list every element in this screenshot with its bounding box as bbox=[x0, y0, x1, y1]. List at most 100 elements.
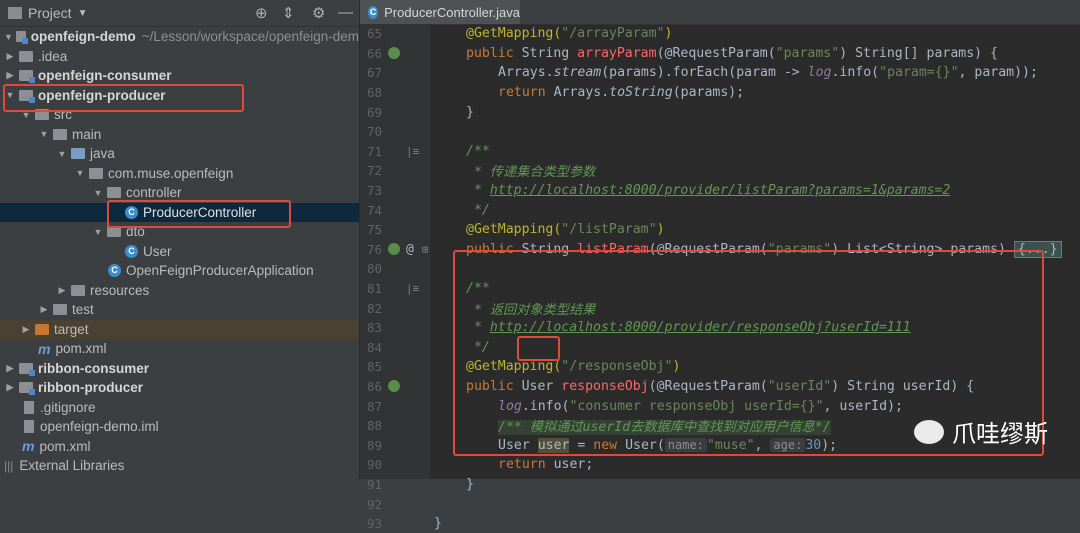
tree-item-external-libraries[interactable]: ||| External Libraries bbox=[0, 456, 359, 476]
line-number: 85 bbox=[366, 359, 382, 375]
line-number: 91 bbox=[366, 476, 382, 492]
line-number: 70 bbox=[366, 124, 382, 140]
code-text: public String arrayParam(@RequestParam("… bbox=[430, 46, 998, 61]
code-token: return bbox=[498, 457, 554, 473]
tree-item-ribbon-consumer[interactable]: ▶ ribbon-consumer bbox=[0, 359, 359, 379]
locate-icon[interactable]: ⊕ bbox=[255, 4, 268, 22]
tab-label: ProducerController.java bbox=[384, 4, 520, 20]
tab-producer-controller[interactable]: C ProducerController.java bbox=[360, 0, 520, 24]
class-icon: C bbox=[125, 244, 138, 258]
code-token: (params).forEach(param -> bbox=[601, 65, 808, 81]
code-token: log bbox=[807, 65, 832, 81]
project-panel: Project ▼ ⊕ ⇕ ⚙ — ▼ openfeign-demo ~/Lesso… bbox=[0, 0, 360, 479]
tree-item-openfeign-demo[interactable]: ▼ openfeign-demo ~/Lesson/workspace/openfe… bbox=[0, 27, 359, 47]
tree-item-label: .idea bbox=[38, 48, 68, 64]
code-line: 93} bbox=[360, 514, 1080, 533]
watermark: 爪哇缪斯 bbox=[914, 414, 1048, 449]
code-token: Arrays. bbox=[498, 65, 554, 81]
code-token: "/arrayParam" bbox=[561, 26, 665, 42]
tree-item-gitignore[interactable]: .gitignore bbox=[0, 398, 359, 418]
line-number: 82 bbox=[366, 300, 382, 316]
tree-item-openfeign-consumer[interactable]: ▶ openfeign-consumer bbox=[0, 66, 359, 86]
code-token: .info( bbox=[831, 65, 880, 81]
line-number: 80 bbox=[366, 261, 382, 277]
chevron-right-icon[interactable]: ▶ bbox=[4, 363, 16, 374]
gear-icon[interactable]: ⚙ bbox=[312, 4, 325, 22]
module-icon bbox=[19, 70, 35, 84]
tree-item-resources[interactable]: ▶ resources bbox=[0, 281, 359, 301]
line-number: 66 bbox=[366, 45, 382, 61]
chevron-right-icon[interactable]: ▶ bbox=[38, 304, 50, 315]
line-number: 81 bbox=[366, 281, 382, 297]
chevron-down-icon[interactable]: ▼ bbox=[78, 8, 88, 19]
tree-item-label: test bbox=[72, 302, 94, 318]
tree-item-main[interactable]: ▼ main bbox=[0, 125, 359, 145]
tree-item-user[interactable]: C User bbox=[0, 242, 359, 262]
spring-bean-icon[interactable] bbox=[388, 47, 400, 60]
module-icon bbox=[15, 31, 28, 45]
line-number: 89 bbox=[366, 437, 382, 453]
code-token: "/listParam" bbox=[561, 222, 657, 238]
code-token: @GetMapping( bbox=[466, 26, 562, 42]
code-line: 70 bbox=[360, 122, 1080, 142]
tree-item-ribbon-producer[interactable]: ▶ ribbon-producer bbox=[0, 378, 359, 398]
project-icon bbox=[8, 7, 22, 19]
code-token: stream bbox=[553, 65, 602, 81]
chevron-right-icon[interactable]: ▶ bbox=[20, 324, 32, 335]
line-number: 76 bbox=[366, 241, 382, 257]
class-icon: C bbox=[368, 5, 379, 19]
doc-link[interactable]: http://localhost:8000/provider/listParam… bbox=[490, 183, 951, 198]
line-number: 71 bbox=[366, 143, 382, 159]
line-number: 75 bbox=[366, 222, 382, 238]
file-icon bbox=[24, 400, 34, 414]
code-line: 71 |≡ /** bbox=[360, 142, 1080, 162]
code-text: Arrays.stream(params).forEach(param -> l… bbox=[430, 65, 1038, 80]
chevron-down-icon[interactable]: ▼ bbox=[92, 227, 104, 237]
editor-tabs: C ProducerController.java bbox=[360, 0, 1080, 25]
highlight-box bbox=[107, 200, 291, 228]
code-text: return user; bbox=[430, 457, 593, 472]
line-number: 72 bbox=[366, 163, 382, 179]
doc-toggle-icon[interactable]: |≡ bbox=[406, 282, 419, 295]
chevron-down-icon[interactable]: ▼ bbox=[4, 32, 13, 42]
tree-item-pom[interactable]: m pom.xml bbox=[0, 339, 359, 359]
chevron-right-icon[interactable]: ▶ bbox=[56, 285, 68, 296]
tree-item-package[interactable]: ▼ com.muse.openfeign bbox=[0, 164, 359, 184]
tree-item-java[interactable]: ▼ java bbox=[0, 144, 359, 164]
code-token: , param)); bbox=[958, 65, 1038, 81]
chevron-down-icon[interactable]: ▼ bbox=[92, 188, 104, 198]
doc-toggle-icon[interactable]: |≡ bbox=[406, 145, 419, 158]
code-line: 66 public String arrayParam(@RequestParam… bbox=[360, 44, 1080, 64]
tree-item-idea[interactable]: ▶ .idea bbox=[0, 47, 359, 67]
code-line: 69} bbox=[360, 102, 1080, 122]
chevron-down-icon[interactable]: ▼ bbox=[38, 129, 50, 139]
tree-item-root-pom[interactable]: m pom.xml bbox=[0, 437, 359, 457]
fold-icon[interactable]: ⊞ bbox=[422, 243, 429, 256]
tree-item-test[interactable]: ▶ test bbox=[0, 300, 359, 320]
collapse-icon[interactable]: ⇕ bbox=[282, 4, 295, 22]
tree-item-iml[interactable]: openfeign-demo.iml bbox=[0, 417, 359, 437]
code-line: 73 * http://localhost:8000/provider/list… bbox=[360, 181, 1080, 201]
chevron-right-icon[interactable]: ▶ bbox=[4, 382, 16, 393]
highlight-box bbox=[3, 84, 244, 112]
spring-bean-icon[interactable] bbox=[388, 243, 400, 256]
line-number: 87 bbox=[366, 398, 382, 414]
tree-item-target[interactable]: ▶ target bbox=[0, 319, 359, 339]
chevron-down-icon[interactable]: ▼ bbox=[56, 149, 68, 159]
code-text: /** bbox=[466, 143, 490, 159]
code-editor[interactable]: C ProducerController.java 65 @GetMapping("… bbox=[360, 0, 1080, 531]
tree-item-label: com.muse.openfeign bbox=[108, 165, 234, 181]
code-line: 90 return user; bbox=[360, 455, 1080, 475]
chevron-down-icon[interactable]: ▼ bbox=[74, 168, 86, 178]
at-icon[interactable]: @ bbox=[406, 242, 414, 257]
chevron-right-icon[interactable]: ▶ bbox=[4, 70, 16, 81]
chevron-right-icon[interactable]: ▶ bbox=[4, 51, 16, 62]
project-header: Project ▼ ⊕ ⇕ ⚙ — bbox=[0, 0, 359, 27]
code-text: * 传递集合类型参数 bbox=[466, 165, 596, 181]
minimize-icon[interactable]: — bbox=[338, 4, 353, 21]
tree-item-application[interactable]: C OpenFeignProducerApplication bbox=[0, 261, 359, 281]
project-title[interactable]: Project bbox=[28, 5, 72, 21]
spring-bean-icon[interactable] bbox=[388, 380, 400, 393]
line-number: 88 bbox=[366, 418, 382, 434]
code-line: 67 Arrays.stream(params).forEach(param ->… bbox=[360, 63, 1080, 83]
